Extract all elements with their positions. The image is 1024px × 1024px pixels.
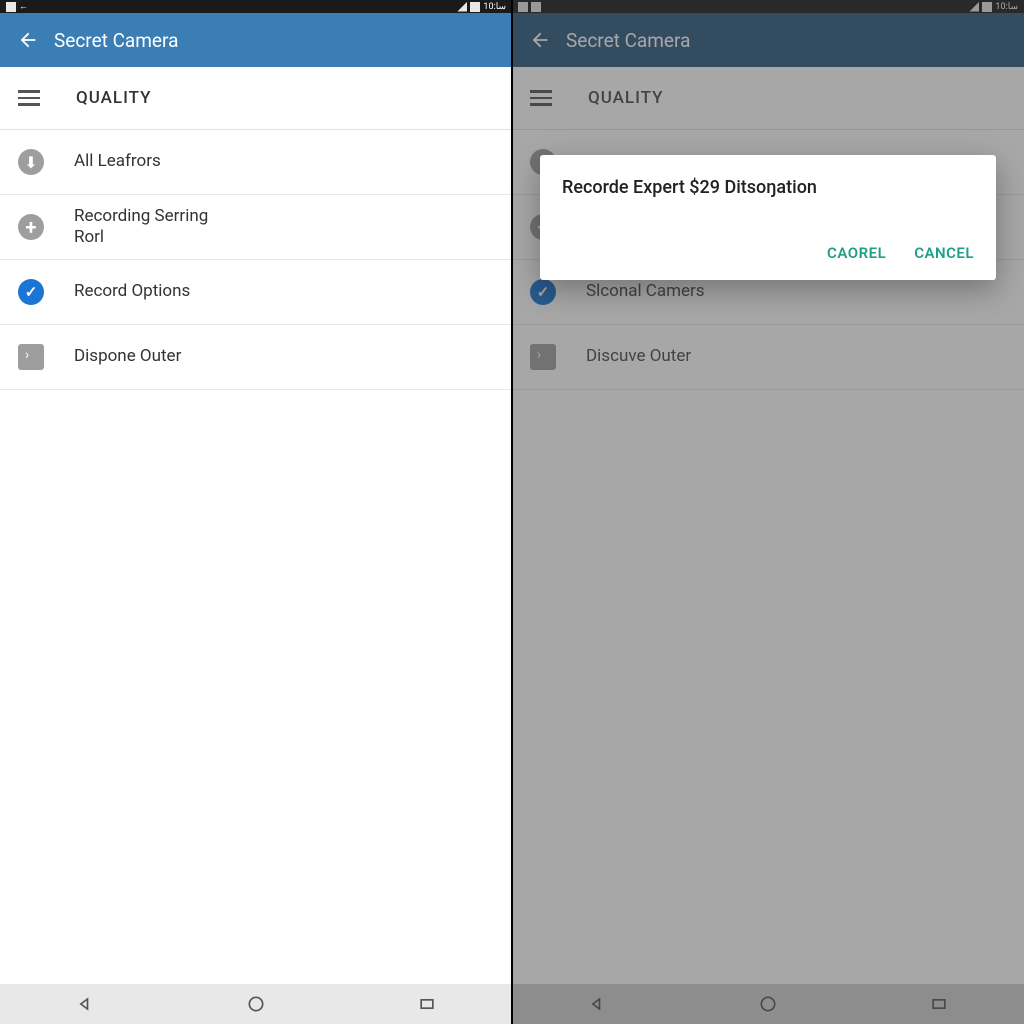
hamburger-icon[interactable] xyxy=(18,84,46,112)
back-button[interactable] xyxy=(12,24,44,56)
list-item[interactable]: Dispone Outer xyxy=(0,325,512,390)
content-area: QUALITY ⬇ All Leafrors Recording Serring… xyxy=(0,67,512,984)
signal-icon xyxy=(457,2,467,12)
clock-text: 10:سا xyxy=(483,2,506,12)
notification-icon xyxy=(6,2,16,12)
dialog-actions: CAOREL CANCEL xyxy=(562,238,974,270)
app-bar: Secret Camera xyxy=(0,13,512,67)
nav-recent-icon[interactable] xyxy=(417,994,437,1014)
app-title: Secret Camera xyxy=(54,29,178,52)
check-icon xyxy=(18,279,44,305)
row-label: Dispone Outer xyxy=(74,346,181,367)
dialog: Recorde Expert $29 Ditsoŋation CAOREL CA… xyxy=(540,155,996,280)
row-icon: ⬇ xyxy=(18,149,44,175)
row-label: Recording Serring Rorl xyxy=(74,206,208,249)
nav-home-icon[interactable] xyxy=(246,994,266,1014)
list-item[interactable]: Recording Serring Rorl xyxy=(0,195,512,260)
nav-back-icon[interactable] xyxy=(75,994,95,1014)
battery-icon xyxy=(470,2,480,12)
plus-icon xyxy=(18,214,44,240)
nav-bar xyxy=(0,984,512,1024)
status-bar: ← 10:سا xyxy=(0,0,512,13)
split-divider xyxy=(511,0,513,1024)
dialog-title: Recorde Expert $29 Ditsoŋation xyxy=(562,177,974,198)
section-header: QUALITY xyxy=(0,67,512,130)
status-text: ← xyxy=(19,1,28,12)
dialog-confirm-button[interactable]: CAOREL xyxy=(827,244,886,262)
row-label: All Leafrors xyxy=(74,151,161,172)
section-title: QUALITY xyxy=(76,88,152,108)
modal-scrim[interactable] xyxy=(512,0,1024,1024)
phone-right: 10:سا Secret Camera QUALITY Slconal Came… xyxy=(512,0,1024,1024)
list-item[interactable]: Record Options xyxy=(0,260,512,325)
list-item[interactable]: ⬇ All Leafrors xyxy=(0,130,512,195)
row-label: Record Options xyxy=(74,281,190,302)
box-icon xyxy=(18,344,44,370)
phone-left: ← 10:سا Secret Camera QUALITY ⬇ All Leaf… xyxy=(0,0,512,1024)
dialog-cancel-button[interactable]: CANCEL xyxy=(914,244,974,262)
